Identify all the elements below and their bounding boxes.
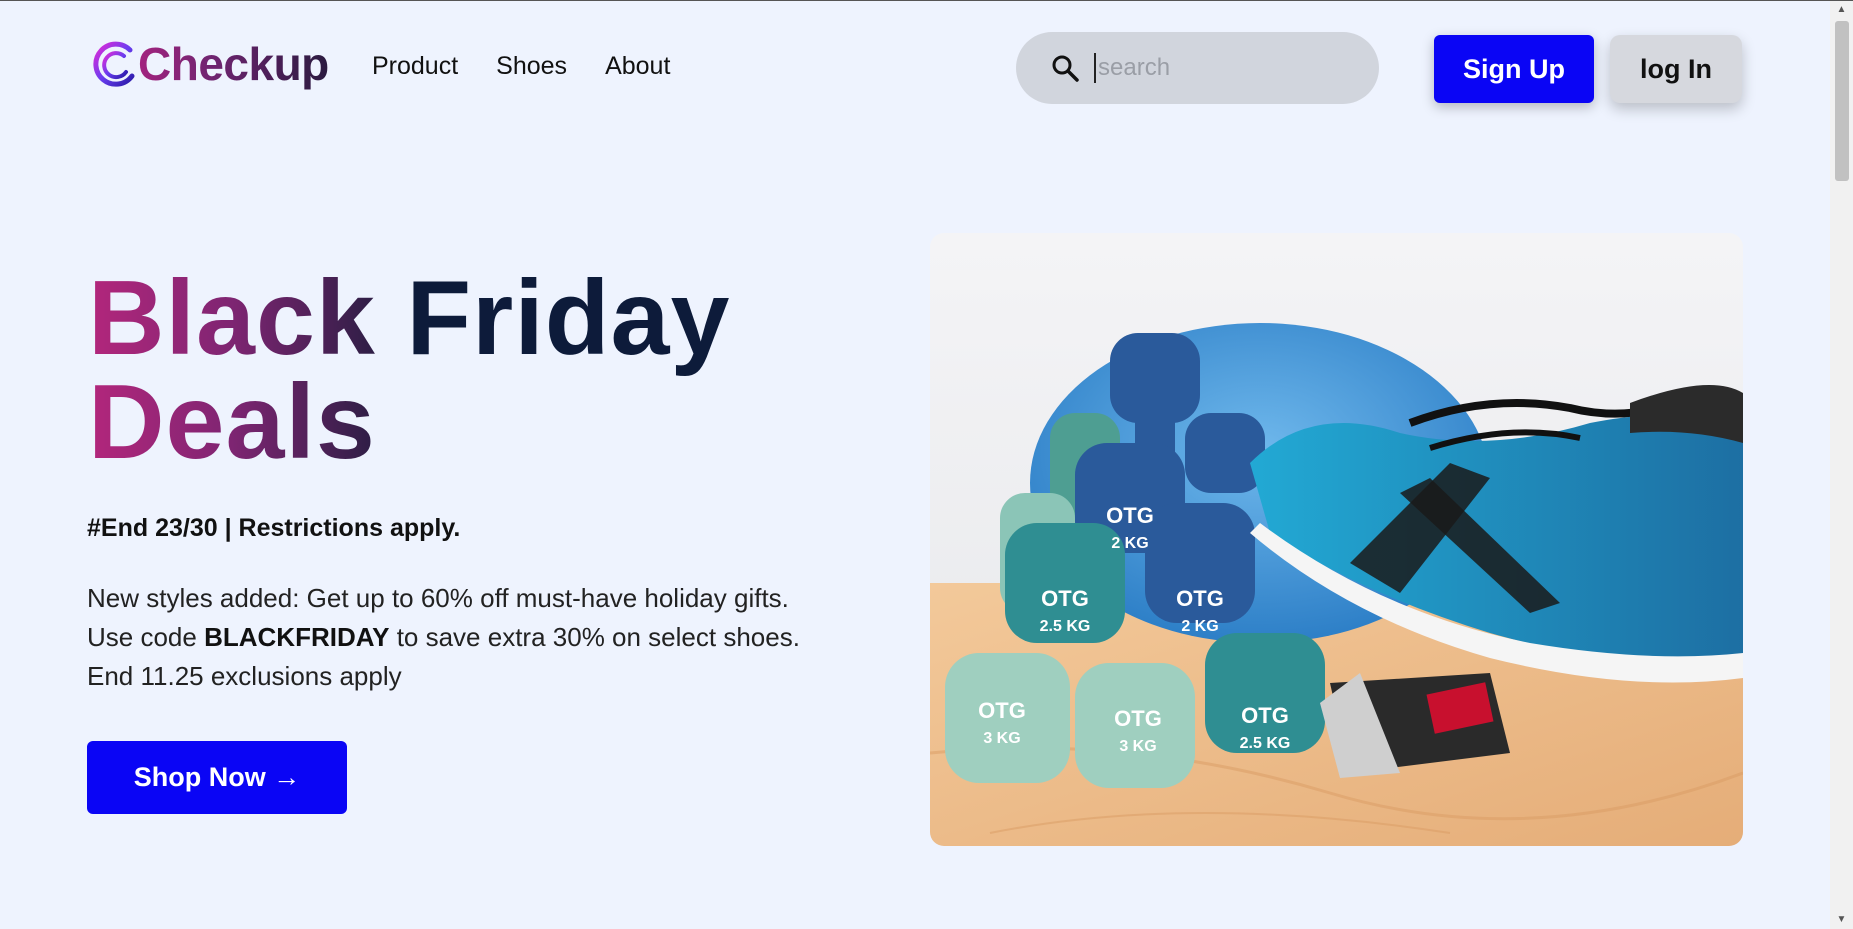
desc-line-1: New styles added: Get up to 60% off must…: [87, 583, 789, 613]
main-nav: Product Shoes About: [372, 52, 670, 81]
dumbbell-label: 2 KG: [1111, 535, 1148, 552]
hero-image: 2 KG 2.5 KG 2 KG 3 KG 3 KG 2.5 KG OTG OT…: [930, 233, 1743, 846]
dumbbell-brand-mark: OTG: [1241, 703, 1289, 728]
nav-link-product[interactable]: Product: [372, 52, 458, 81]
hero-headline: Black Friday Deals: [88, 265, 730, 475]
desc-line-2-post: to save extra 30% on select shoes.: [389, 622, 800, 652]
dumbbells-and-shoe-illustration: 2 KG 2.5 KG 2 KG 3 KG 3 KG 2.5 KG OTG OT…: [930, 233, 1743, 846]
brand-name: Checkup: [138, 38, 329, 90]
dumbbell-label: 3 KG: [1119, 738, 1156, 755]
dumbbell-brand-mark: OTG: [1106, 503, 1154, 528]
logo-icon: [93, 41, 135, 87]
search-icon[interactable]: [1050, 53, 1080, 83]
dumbbell-label: 2 KG: [1181, 618, 1218, 635]
headline-word-friday: Friday: [406, 259, 731, 377]
dumbbell-label: 2.5 KG: [1240, 735, 1291, 752]
scroll-up-arrow-icon[interactable]: ▲: [1830, 1, 1853, 19]
shop-now-button[interactable]: Shop Now →: [87, 741, 347, 814]
search-input[interactable]: [1094, 53, 1360, 83]
dumbbell-label: 2.5 KG: [1040, 618, 1091, 635]
scroll-down-arrow-icon[interactable]: ▼: [1830, 911, 1853, 929]
nav-link-shoes[interactable]: Shoes: [496, 52, 567, 81]
search-bar[interactable]: [1016, 32, 1379, 104]
scrollbar-thumb[interactable]: [1835, 21, 1849, 181]
desc-line-3: End 11.25 exclusions apply: [87, 661, 402, 691]
window-top-border: [0, 0, 1853, 1]
dumbbell-brand-mark: OTG: [1114, 706, 1162, 731]
sign-up-button[interactable]: Sign Up: [1434, 35, 1594, 103]
restrictions-note: #End 23/30 | Restrictions apply.: [87, 514, 461, 542]
nav-link-about[interactable]: About: [605, 52, 670, 81]
headline-word-black: Black: [88, 259, 376, 377]
promo-code: BLACKFRIDAY: [204, 622, 390, 652]
page-scrollbar[interactable]: ▲ ▼: [1830, 1, 1853, 929]
desc-line-2-pre: Use code: [87, 622, 205, 652]
dumbbell-brand-mark: OTG: [978, 698, 1026, 723]
dumbbell-brand-mark: OTG: [1041, 586, 1089, 611]
brand-logo[interactable]: Checkup: [90, 36, 329, 92]
headline-word-deals: Deals: [88, 363, 376, 481]
log-in-button[interactable]: log In: [1610, 35, 1742, 103]
dumbbell-brand-mark: OTG: [1176, 586, 1224, 611]
dumbbell-label: 3 KG: [983, 730, 1020, 747]
hero-description: New styles added: Get up to 60% off must…: [87, 579, 800, 696]
